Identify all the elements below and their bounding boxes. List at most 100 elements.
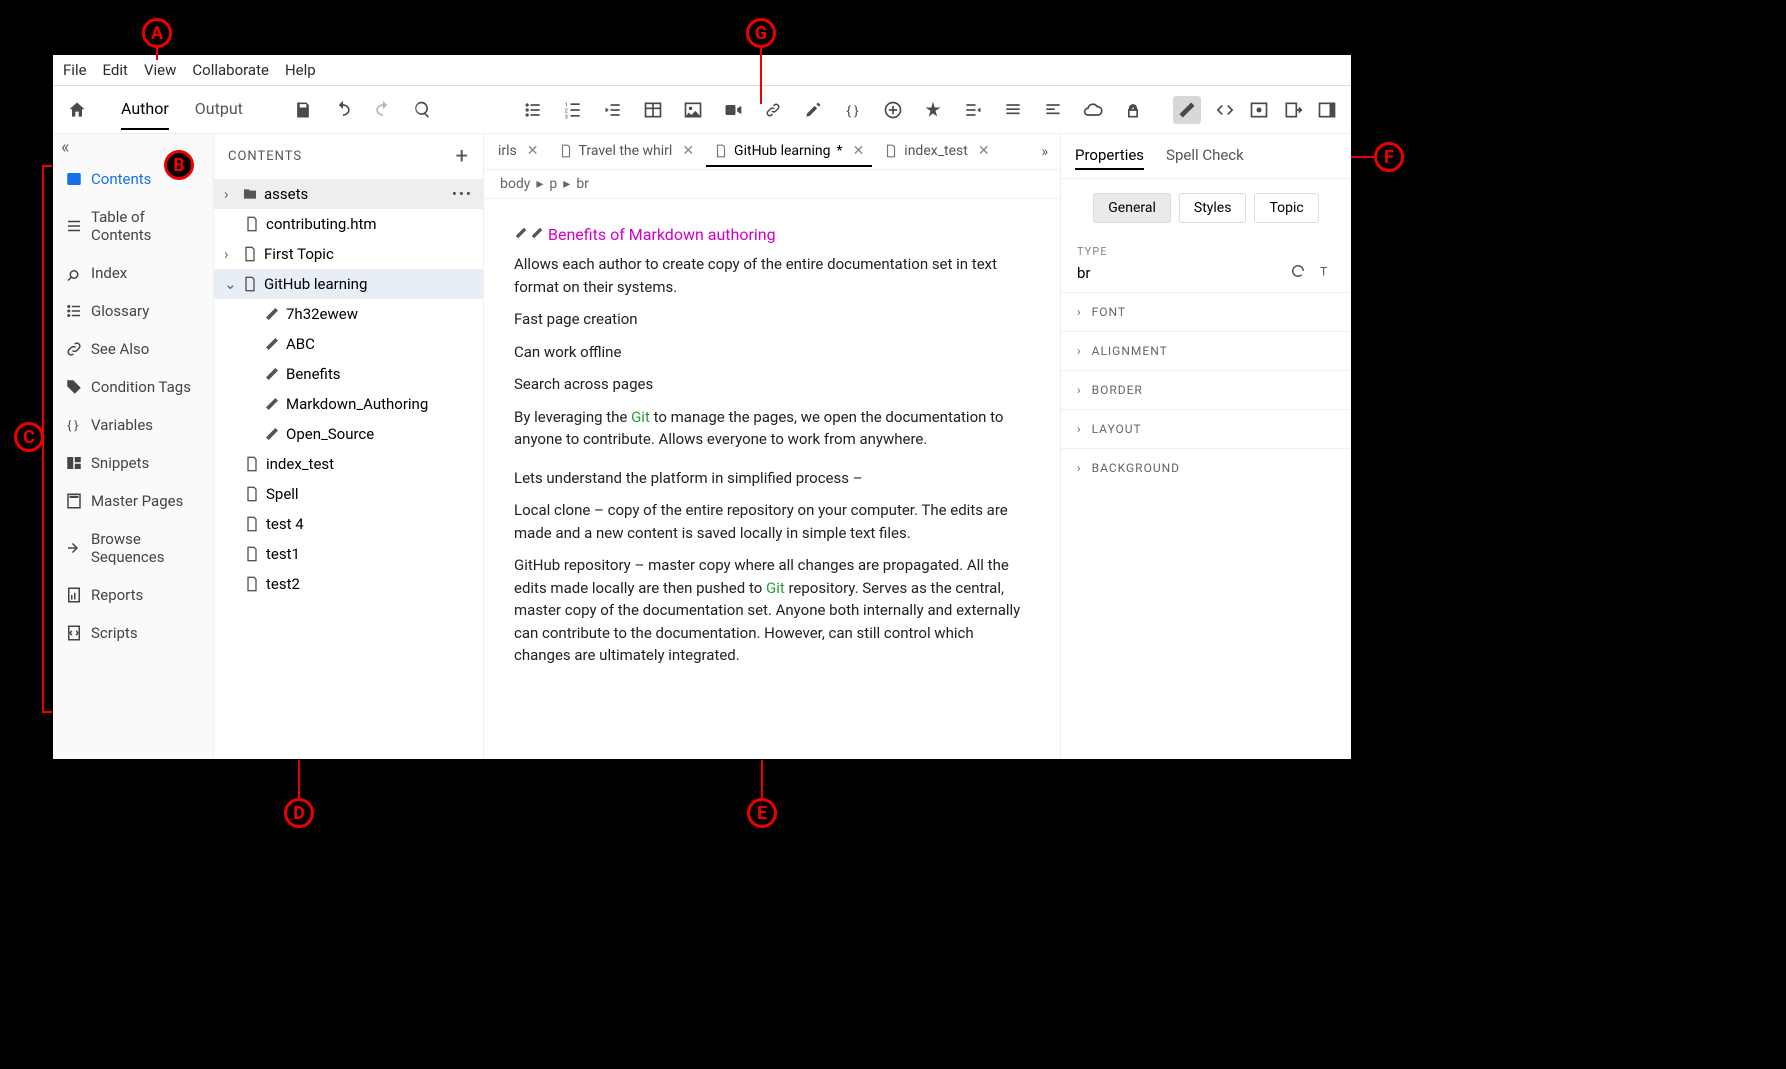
tab-travel[interactable]: Travel the whirl✕ [551,137,703,167]
tab-indextest[interactable]: index_test✕ [876,137,997,167]
left-item-variables[interactable]: { }Variables [53,406,213,444]
git-link[interactable]: Git [631,408,650,426]
left-item-master[interactable]: Master Pages [53,482,213,520]
find-replace-icon[interactable] [413,100,433,120]
topic-icon [264,396,280,412]
menu-help[interactable]: Help [285,61,316,79]
left-item-seealso[interactable]: See Also [53,330,213,368]
tree-file[interactable]: 7h32ewew [214,299,483,329]
section-border[interactable]: ›BORDER [1061,370,1351,409]
refresh-icon[interactable] [1289,262,1307,284]
home-icon[interactable] [67,100,87,120]
lock-link-icon[interactable] [1123,100,1143,120]
close-tab-icon[interactable]: ✕ [853,143,865,159]
crumb[interactable]: p [549,176,557,192]
tab-irls[interactable]: irls ✕ [490,137,547,167]
tab-github[interactable]: GitHub learning*✕ [706,137,872,167]
crumb[interactable]: body [500,176,530,192]
link-icon[interactable] [763,100,783,120]
menu-collaborate[interactable]: Collaborate [192,61,269,79]
left-item-label: Table of Contents [91,208,201,244]
close-tab-icon[interactable]: ✕ [682,143,694,159]
mode-author[interactable]: Author [121,89,169,130]
breadcrumb: body▸p▸br [484,170,1060,199]
crumb[interactable]: br [576,176,589,192]
tree-folder-assets[interactable]: ›assets ••• [214,179,483,209]
justify-icon[interactable] [1003,100,1023,120]
section-label: LAYOUT [1092,422,1142,436]
section-font[interactable]: ›FONT [1061,292,1351,331]
menu-file[interactable]: File [63,61,87,79]
left-item-toc[interactable]: Table of Contents [53,198,213,254]
tree-folder-github[interactable]: ⌄GitHub learning [214,269,483,299]
left-item-condtags[interactable]: Condition Tags [53,368,213,406]
tree-file[interactable]: test 4 [214,509,483,539]
video-icon[interactable] [723,100,743,120]
rtab-spellcheck[interactable]: Spell Check [1166,142,1244,170]
menu-view[interactable]: View [144,61,176,79]
left-item-glossary[interactable]: Glossary [53,292,213,330]
editor-tabs: irls ✕ Travel the whirl✕ GitHub learning*… [484,134,1060,170]
subtab-general[interactable]: General [1093,193,1171,223]
tree-folder-firsttopic[interactable]: ›First Topic [214,239,483,269]
variable-icon[interactable]: { } [843,100,863,120]
tree-file[interactable]: index_test [214,449,483,479]
tree-file[interactable]: Spell [214,479,483,509]
mode-output[interactable]: Output [195,89,243,130]
table-icon[interactable] [643,100,663,120]
tab-label: GitHub learning [734,143,830,159]
file-icon [244,516,260,532]
rtab-properties[interactable]: Properties [1075,142,1144,170]
save-icon[interactable] [293,100,313,120]
tree-file[interactable]: Markdown_Authoring [214,389,483,419]
close-tab-icon[interactable]: ✕ [527,143,539,159]
tree-file[interactable]: test1 [214,539,483,569]
preview-icon[interactable] [1249,100,1269,120]
section-background[interactable]: ›BACKGROUND [1061,448,1351,487]
section-label: ALIGNMENT [1092,344,1168,358]
add-content-icon[interactable]: + [456,144,469,169]
tab-label: irls [498,143,517,159]
git-link[interactable]: Git [766,579,785,597]
menu-edit[interactable]: Edit [103,61,128,79]
highlight-icon[interactable] [803,100,823,120]
redo-icon[interactable] [373,100,393,120]
section-alignment[interactable]: ›ALIGNMENT [1061,331,1351,370]
cloud-icon[interactable] [1083,100,1103,120]
left-item-label: Snippets [91,454,149,472]
bulleted-list-icon[interactable] [523,100,543,120]
more-icon[interactable]: ••• [452,185,473,203]
author-view-icon[interactable] [1173,96,1201,124]
source-view-icon[interactable] [1215,100,1235,120]
align-icon[interactable] [1043,100,1063,120]
close-tab-icon[interactable]: ✕ [978,143,990,159]
doc-title: Benefits of Markdown authoring [548,225,776,244]
subtab-topic[interactable]: Topic [1254,193,1318,223]
tree-file[interactable]: Open_Source [214,419,483,449]
document-content[interactable]: Benefits of Markdown authoring Allows ea… [484,199,1060,759]
export-icon[interactable] [1283,100,1303,120]
tree-file[interactable]: ABC [214,329,483,359]
panel-toggle-icon[interactable] [1317,100,1337,120]
tree-file[interactable]: test2 [214,569,483,599]
star-icon[interactable] [923,100,943,120]
tree-file[interactable]: Benefits [214,359,483,389]
left-panel: « Contents Table of Contents Index Gloss… [53,134,214,759]
topic-icon [264,306,280,322]
subtab-styles[interactable]: Styles [1179,193,1247,223]
undo-icon[interactable] [333,100,353,120]
outdent-icon[interactable] [603,100,623,120]
left-item-reports[interactable]: Reports [53,576,213,614]
more-tabs-icon[interactable]: » [1035,138,1054,166]
left-item-browse[interactable]: Browse Sequences [53,520,213,576]
text-style-icon[interactable]: T [1317,262,1335,284]
tree-file-contributing[interactable]: contributing.htm [214,209,483,239]
section-layout[interactable]: ›LAYOUT [1061,409,1351,448]
left-item-scripts[interactable]: Scripts [53,614,213,652]
left-item-snippets[interactable]: Snippets [53,444,213,482]
image-icon[interactable] [683,100,703,120]
left-item-index[interactable]: Index [53,254,213,292]
indent-icon[interactable] [963,100,983,120]
numbered-list-icon[interactable]: 123 [563,100,583,120]
add-icon[interactable] [883,100,903,120]
